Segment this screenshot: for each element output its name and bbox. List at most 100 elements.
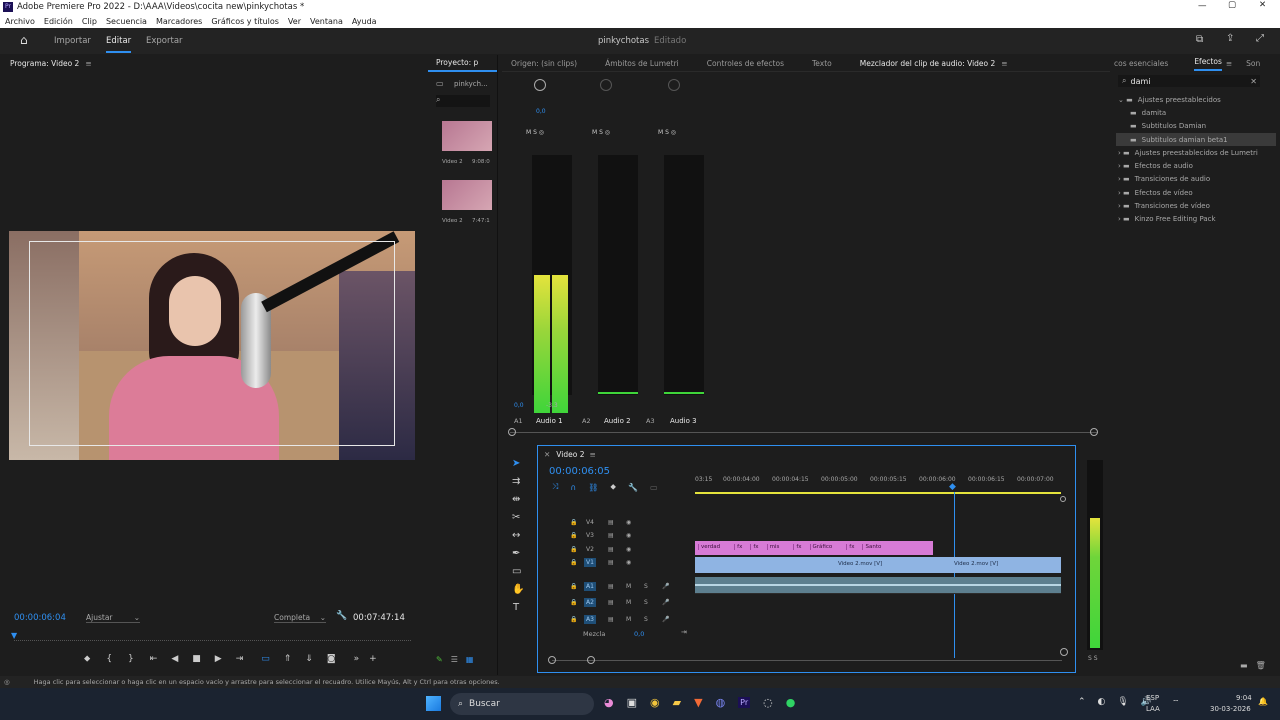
menu-edicion[interactable]: Edición: [44, 17, 73, 26]
effects-folder[interactable]: › ▬ Efectos de audio: [1116, 159, 1276, 172]
lock-icon[interactable]: 🔒: [570, 599, 577, 606]
track-header[interactable]: 🔒 V2 ▤ ◉: [538, 543, 695, 556]
timeline-playhead-marker[interactable]: ◆: [949, 482, 956, 492]
language-indicator[interactable]: ESP: [1146, 694, 1159, 702]
extract-icon[interactable]: ⇓: [305, 654, 313, 664]
hand-icon[interactable]: ✋: [512, 584, 524, 595]
taskbar-search[interactable]: ⌕ Buscar: [450, 693, 594, 715]
mark-out-icon[interactable]: }: [128, 654, 134, 664]
lock-icon[interactable]: 🔒: [570, 559, 577, 566]
keyboard-layout[interactable]: LAA: [1146, 705, 1160, 713]
menu-graficos[interactable]: Gráficos y títulos: [211, 17, 279, 26]
effects-folder[interactable]: › ▬ Kinzo Free Editing Pack: [1116, 213, 1276, 226]
eye-icon[interactable]: ◉: [626, 546, 631, 553]
panel-menu-icon[interactable]: ≡: [85, 59, 91, 68]
mute-solo-buttons[interactable]: M S ◎: [526, 129, 544, 136]
lock-icon[interactable]: 🔒: [570, 616, 577, 623]
v2-clip[interactable]: Gráfico: [809, 544, 832, 550]
premiere-taskbar-icon[interactable]: Pr: [738, 697, 751, 708]
mute-button[interactable]: M: [626, 599, 631, 606]
track-header[interactable]: 🔒 V4 ▤ ◉: [538, 516, 695, 529]
sync-lock-icon[interactable]: ▤: [608, 532, 614, 539]
copilot-icon[interactable]: ◕: [604, 696, 614, 709]
project-search-input[interactable]: ⌕: [436, 95, 490, 107]
voiceover-icon[interactable]: 🎤: [662, 599, 669, 606]
fit-dropdown[interactable]: Ajustar ⌄: [86, 613, 140, 623]
menu-marcadores[interactable]: Marcadores: [156, 17, 202, 26]
button-editor-icon[interactable]: »: [354, 654, 360, 664]
play-icon[interactable]: ▶: [215, 654, 222, 664]
stop-icon[interactable]: ■: [192, 654, 201, 664]
h-scroll-handle[interactable]: [587, 656, 595, 664]
lock-icon[interactable]: 🔒: [570, 546, 577, 553]
voiceover-icon[interactable]: 🎤: [662, 583, 669, 590]
share-icon[interactable]: ⇪: [1226, 33, 1234, 44]
track-header[interactable]: 🔒 A3 ▤ M S 🎤: [538, 611, 695, 628]
pan-value[interactable]: 0,0: [536, 108, 546, 115]
tab-source[interactable]: Origen: (sin clips): [511, 59, 577, 68]
rectangle-icon[interactable]: ▭: [512, 566, 521, 577]
solo-button[interactable]: S: [644, 616, 648, 623]
program-video-frame[interactable]: [9, 231, 415, 460]
v2-clip[interactable]: Santo: [862, 544, 881, 550]
add-marker-icon[interactable]: ⬥: [610, 482, 616, 492]
notification-icon[interactable]: 🔔: [1258, 697, 1268, 706]
time-ruler[interactable]: 03:15 00:00:04:00 00:00:04:15 00:00:05:00 00…: [695, 472, 1061, 494]
tab-audio-clip-mixer[interactable]: Mezclador del clip de audio: Video 2: [860, 59, 996, 68]
mix-end-icon[interactable]: ⇥: [681, 628, 687, 636]
mixer-scrollbar[interactable]: [510, 432, 1098, 433]
close-icon[interactable]: ✕: [544, 450, 550, 459]
ripple-edit-icon[interactable]: ⇹: [512, 494, 520, 505]
v2-clip[interactable]: fx: [734, 544, 742, 550]
effects-search-input[interactable]: ⌕ dami ✕: [1118, 75, 1260, 87]
panel-menu-icon[interactable]: ≡: [1001, 59, 1007, 68]
sequence-title[interactable]: Video 2: [556, 450, 584, 459]
clock-time[interactable]: 9:04: [1236, 694, 1252, 702]
v-zoom-handle[interactable]: [1060, 496, 1066, 502]
effects-folder[interactable]: › ▬ Efectos de vídeo: [1116, 186, 1276, 199]
track-label[interactable]: V3: [584, 531, 596, 540]
solo-button[interactable]: S: [644, 583, 648, 590]
new-bin-icon[interactable]: ▬: [1240, 661, 1248, 670]
effects-preset[interactable]: ▬ damita: [1116, 106, 1276, 119]
discord-icon[interactable]: ◍: [716, 696, 726, 709]
tab-importar[interactable]: Importar: [54, 36, 91, 46]
spotify-icon[interactable]: ●: [786, 696, 796, 709]
tab-text[interactable]: Texto: [812, 59, 832, 68]
sync-lock-icon[interactable]: ▤: [608, 583, 614, 590]
tab-sound[interactable]: Son: [1246, 59, 1260, 68]
chrome-icon[interactable]: ◉: [650, 696, 660, 709]
slip-icon[interactable]: ↔: [512, 530, 520, 541]
app-tray-icon[interactable]: ◐: [1098, 697, 1106, 707]
file-explorer-icon[interactable]: ▰: [673, 696, 681, 709]
h-scroll-handle[interactable]: [548, 656, 556, 664]
trash-icon[interactable]: 🗑: [1256, 661, 1266, 670]
minimize-button[interactable]: —: [1198, 1, 1207, 11]
tab-editar[interactable]: Editar: [106, 36, 132, 53]
wrench-icon[interactable]: 🔧: [336, 611, 347, 621]
wifi-icon[interactable]: ⌔: [1172, 698, 1180, 708]
sync-lock-icon[interactable]: ▤: [608, 616, 614, 623]
track-label[interactable]: A1: [584, 581, 596, 591]
v2-clip[interactable]: verdad: [698, 544, 720, 550]
effects-folder[interactable]: ⌄ ▬ Ajustes preestablecidos: [1116, 93, 1276, 106]
menu-ventana[interactable]: Ventana: [310, 17, 343, 26]
safe-margins-icon[interactable]: ▭: [261, 654, 270, 664]
settings-wrench-icon[interactable]: 🔧: [628, 483, 638, 492]
add-icon[interactable]: +: [369, 654, 377, 664]
v2-clip[interactable]: mis: [766, 544, 779, 550]
tab-effect-controls[interactable]: Controles de efectos: [707, 59, 784, 68]
tab-essential[interactable]: cos esenciales: [1114, 59, 1168, 68]
quality-dropdown[interactable]: Completa ⌄: [274, 613, 326, 623]
track-label[interactable]: A3: [584, 614, 596, 624]
track-label[interactable]: A2: [584, 598, 596, 608]
maximize-button[interactable]: ▢: [1228, 0, 1236, 10]
v2-clip[interactable]: fx: [793, 544, 802, 550]
camera-icon[interactable]: ◙: [327, 654, 336, 664]
effects-preset[interactable]: ▬ Subtitulos damian beta1: [1116, 132, 1276, 147]
pan-knob-icon[interactable]: [668, 79, 680, 91]
lift-icon[interactable]: ⇑: [284, 654, 292, 664]
fullscreen-icon[interactable]: ⧉: [1196, 34, 1203, 45]
project-item[interactable]: [442, 121, 492, 151]
mute-button[interactable]: M: [626, 583, 631, 590]
